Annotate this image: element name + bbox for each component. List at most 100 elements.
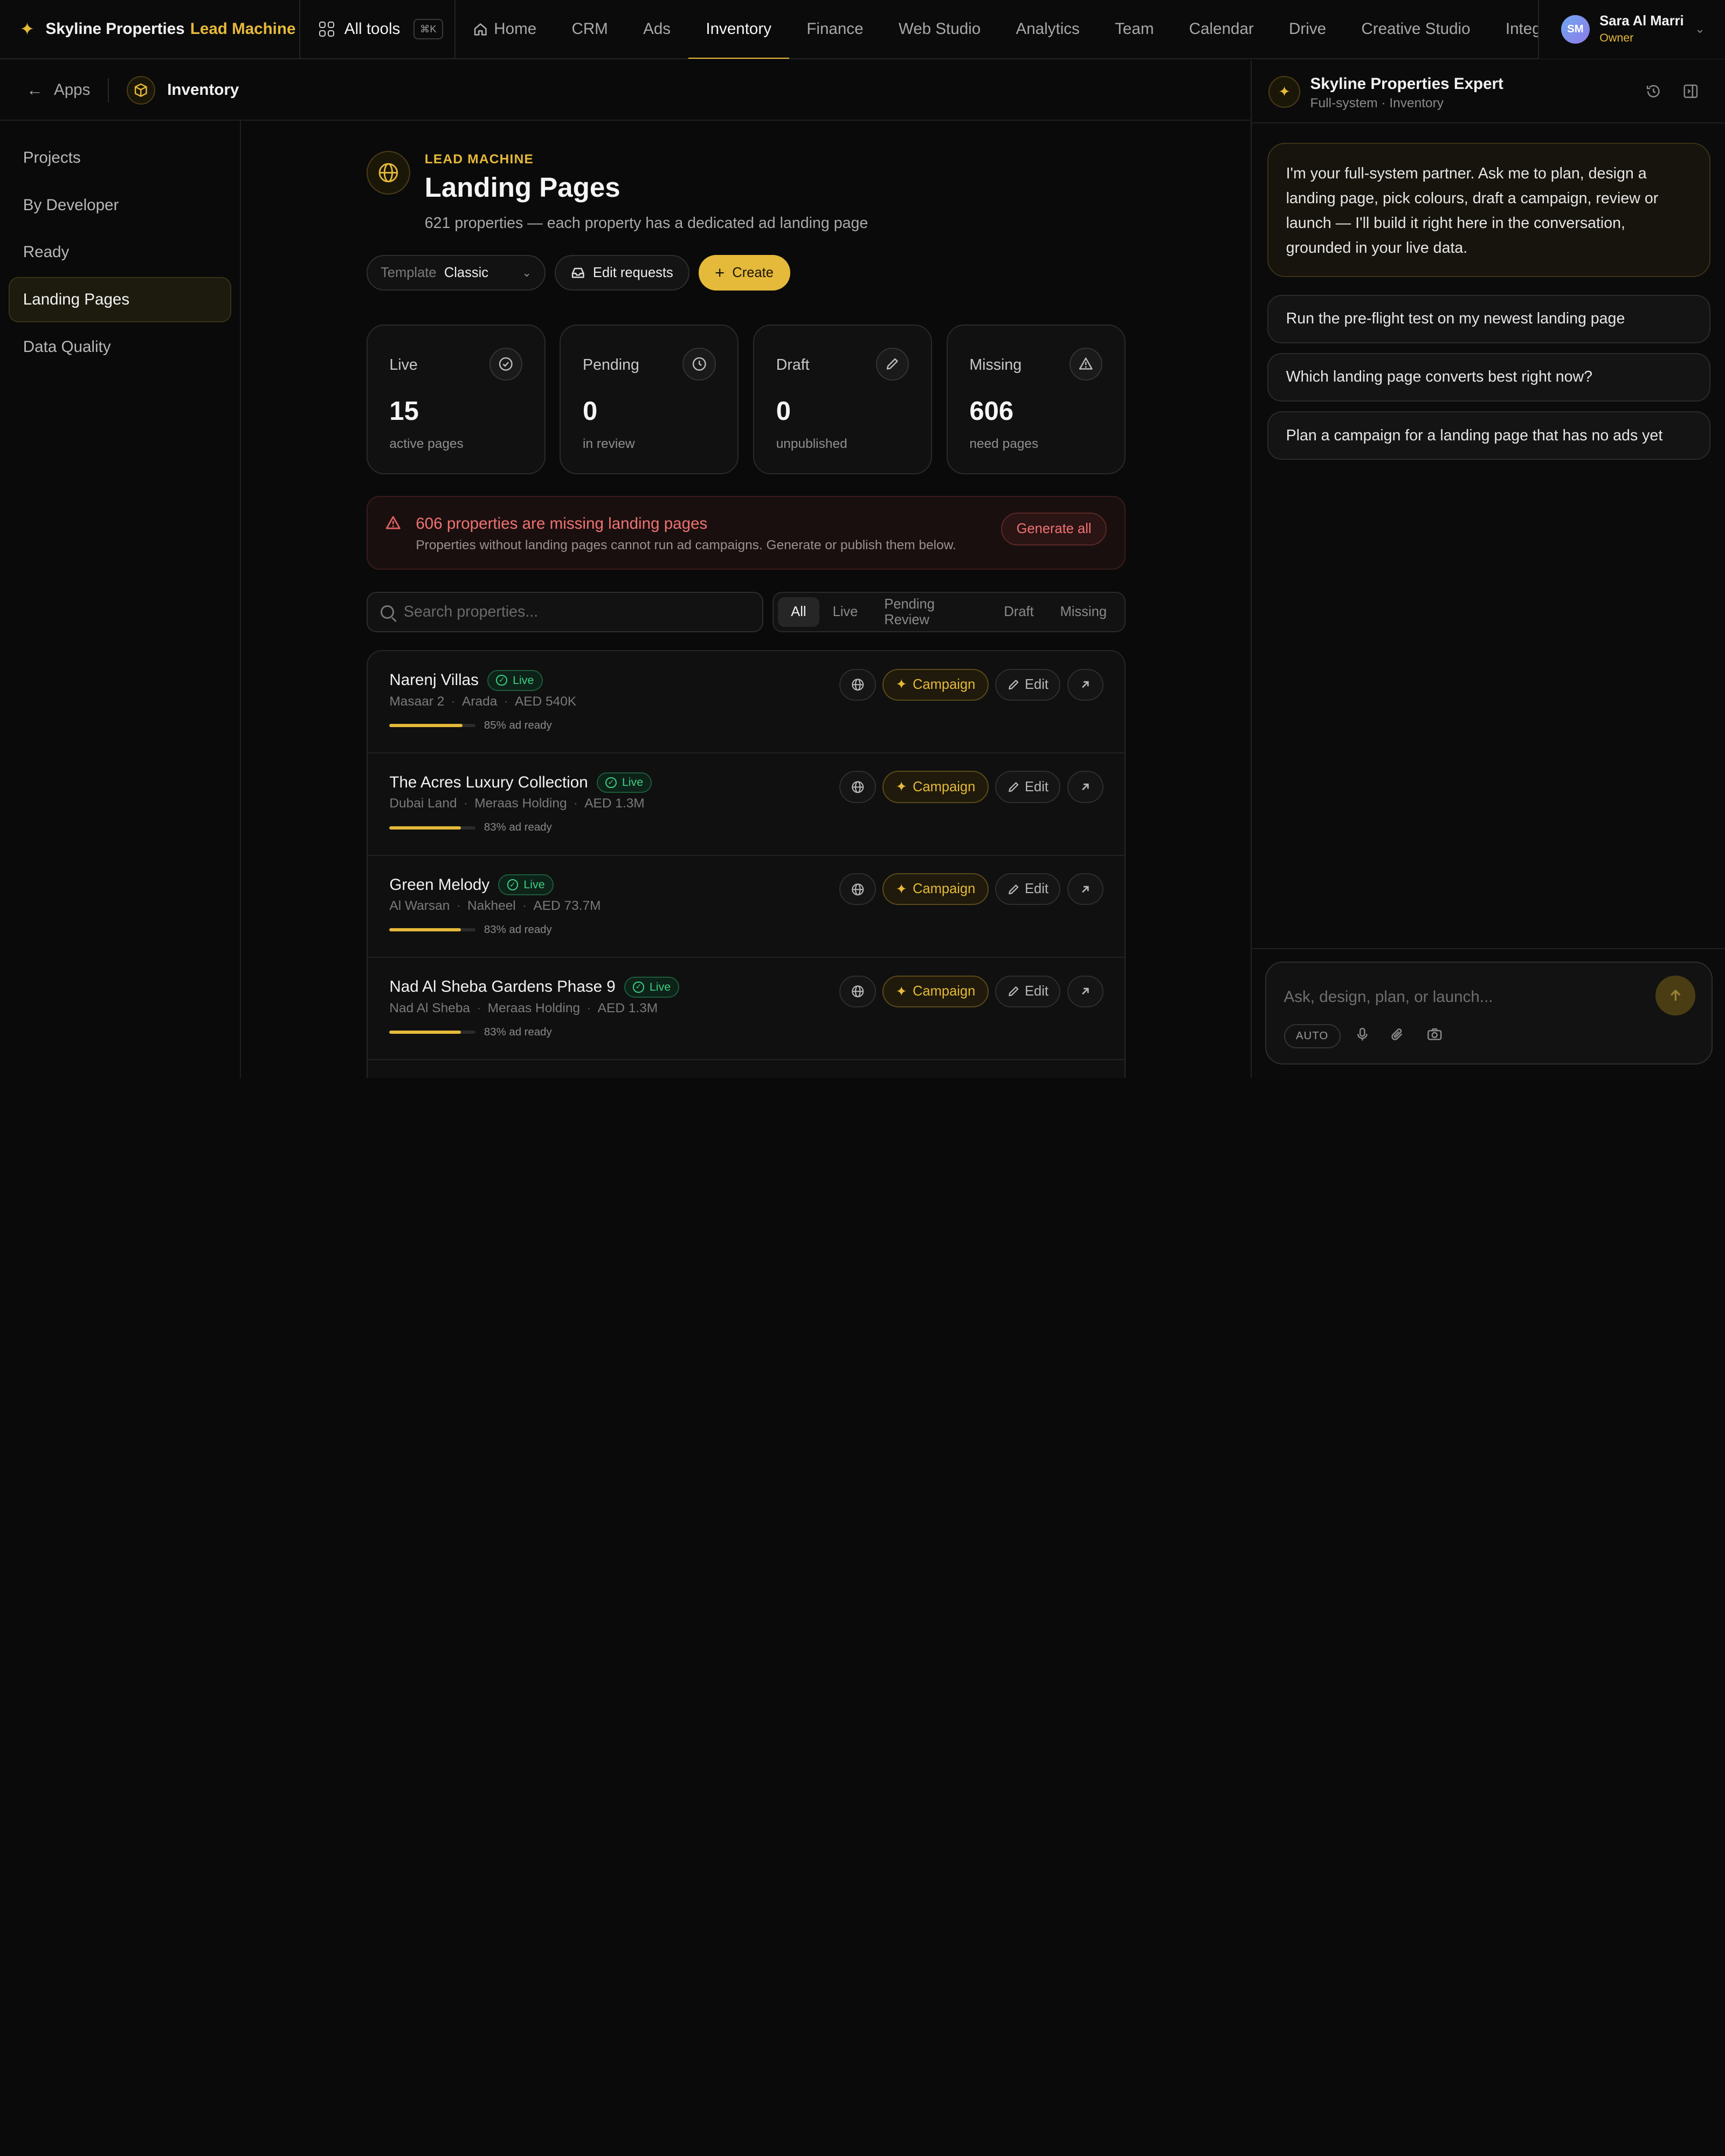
check-icon: ✓ — [507, 879, 519, 890]
campaign-label: Campaign — [913, 881, 976, 897]
suggestion-chip[interactable]: Which landing page converts best right n… — [1267, 353, 1711, 402]
view-page-button[interactable] — [839, 873, 876, 906]
generate-all-button[interactable]: Generate all — [1001, 512, 1107, 546]
nav-creative-studio[interactable]: Creative Studio — [1344, 0, 1488, 59]
shortcut-hint: ⌘K — [413, 18, 443, 40]
open-external-button[interactable] — [1067, 771, 1103, 803]
campaign-button[interactable]: ✦ Campaign — [882, 668, 989, 701]
nav-inventory[interactable]: Inventory — [688, 0, 789, 59]
nav-integrations[interactable]: Integ — [1488, 0, 1538, 59]
breadcrumb: ← Apps Inventory — [0, 60, 1251, 121]
camera-icon[interactable] — [1427, 1027, 1443, 1042]
send-button[interactable] — [1655, 976, 1695, 1015]
nav-calendar[interactable]: Calendar — [1171, 0, 1271, 59]
view-page-button[interactable] — [839, 771, 876, 803]
stat-desc: active pages — [389, 437, 464, 452]
nav-analytics[interactable]: Analytics — [998, 0, 1098, 59]
ad-ready-progress — [389, 723, 475, 727]
page-title: Landing Pages — [424, 172, 620, 203]
assistant-subtitle: Full-system · Inventory — [1310, 95, 1444, 110]
nav-ads[interactable]: Ads — [625, 0, 688, 59]
nav-web-studio[interactable]: Web Studio — [881, 0, 998, 59]
mode-toggle[interactable]: AUTO — [1284, 1024, 1341, 1048]
filter-draft[interactable]: Draft — [991, 597, 1047, 627]
clock-icon — [682, 347, 716, 381]
campaign-button[interactable]: ✦ Campaign — [882, 873, 989, 906]
property-area: Dubai Land — [389, 796, 457, 811]
nav-finance[interactable]: Finance — [789, 0, 881, 59]
status-label: Live — [523, 878, 545, 892]
table-row[interactable]: Nad Al Sheba Gardens Phase 9 ✓ Live Nad Al … — [367, 958, 1124, 1061]
nav-home[interactable]: Home — [456, 0, 554, 59]
filter-missing[interactable]: Missing — [1047, 597, 1120, 627]
nav-team[interactable]: Team — [1097, 0, 1171, 59]
nav-drive[interactable]: Drive — [1271, 0, 1343, 59]
stat-card-live: Live 15 active pages — [366, 324, 546, 474]
brand-logo[interactable]: ✦ Skyline Properties Lead Machine — [0, 0, 301, 59]
table-row[interactable]: Green Melody ✓ Live Al Warsan · Nakheel · AED 7… — [367, 856, 1124, 958]
property-price: AED 540K — [514, 694, 577, 709]
sparkle-icon: ✦ — [19, 19, 35, 39]
chat-input[interactable]: Ask, design, plan, or launch... — [1284, 988, 1493, 1006]
all-tools-button[interactable]: All tools ⌘K — [300, 0, 456, 59]
open-external-button[interactable] — [1067, 873, 1103, 906]
filter-pending-review[interactable]: Pending Review — [871, 597, 991, 627]
property-name: Narenj Villas — [389, 671, 479, 689]
assistant-panel: ✦ Skyline Properties Expert Full-system … — [1251, 60, 1725, 1078]
edit-requests-button[interactable]: Edit requests — [554, 255, 690, 291]
create-button[interactable]: + Create — [698, 255, 790, 291]
open-external-button[interactable] — [1067, 976, 1103, 1008]
edit-label: Edit — [1025, 779, 1048, 794]
template-select[interactable]: Template Classic ⌄ — [366, 255, 546, 291]
collapse-panel-icon[interactable] — [1682, 82, 1700, 100]
property-list: Narenj Villas ✓ Live Masaar 2 · Arada · AED 540… — [366, 650, 1126, 1078]
sidebar-item-ready[interactable]: Ready — [9, 230, 231, 275]
view-page-button[interactable] — [839, 668, 876, 701]
paperclip-icon[interactable] — [1390, 1027, 1405, 1042]
separator-dot: · — [477, 1000, 481, 1015]
create-label: Create — [732, 265, 774, 280]
microphone-icon[interactable] — [1355, 1027, 1370, 1042]
back-label: Apps — [53, 81, 91, 99]
back-to-apps-link[interactable]: ← Apps — [26, 81, 90, 100]
ad-ready-label: 83% ad ready — [484, 924, 552, 936]
edit-button[interactable]: Edit — [995, 976, 1061, 1008]
row-actions: ✦ Campaign Edit — [839, 668, 1103, 701]
sparkle-icon: ✦ — [895, 881, 907, 897]
table-row[interactable]: Narenj Villas ✓ Live Masaar 2 · Arada · AED 540… — [367, 651, 1124, 754]
brand-name: Skyline Properties — [45, 20, 185, 38]
edit-button[interactable]: Edit — [995, 873, 1061, 906]
property-meta: Al Warsan · Nakheel · AED 73.7M — [389, 899, 601, 914]
suggestion-chip[interactable]: Plan a campaign for a landing page that … — [1267, 411, 1711, 460]
sidebar-item-projects[interactable]: Projects — [9, 135, 231, 181]
open-external-button[interactable] — [1067, 668, 1103, 701]
edit-button[interactable]: Edit — [995, 668, 1061, 701]
nav-crm[interactable]: CRM — [554, 0, 626, 59]
main-content: LEAD MACHINE Landing Pages 621 propertie… — [366, 121, 1126, 1078]
filter-all[interactable]: All — [777, 597, 820, 627]
sidebar-item-data-quality[interactable]: Data Quality — [9, 324, 231, 370]
property-meta: Dubai Land · Meraas Holding · AED 1.3M — [389, 796, 644, 811]
pencil-icon — [1009, 680, 1019, 690]
table-row[interactable] — [368, 1060, 1124, 1078]
globe-icon — [366, 150, 411, 195]
assistant-title: Skyline Properties Expert — [1310, 74, 1503, 93]
campaign-button[interactable]: ✦ Campaign — [882, 771, 989, 803]
separator-dot: · — [463, 796, 468, 811]
sidebar-item-landing-pages[interactable]: Landing Pages — [9, 277, 231, 322]
suggestion-chip[interactable]: Run the pre-flight test on my newest lan… — [1267, 294, 1711, 343]
sidebar-item-by-developer[interactable]: By Developer — [9, 183, 231, 228]
arrow-up-right-icon — [1082, 681, 1089, 688]
edit-button[interactable]: Edit — [995, 771, 1061, 803]
search-input[interactable]: Search properties... — [366, 591, 764, 633]
table-row[interactable]: The Acres Luxury Collection ✓ Live Dubai La… — [367, 754, 1124, 856]
filter-live[interactable]: Live — [819, 597, 871, 627]
view-page-button[interactable] — [839, 976, 876, 1008]
check-icon: ✓ — [633, 982, 644, 993]
user-menu[interactable]: SM Sara Al Marri Owner ⌄ — [1538, 0, 1725, 59]
stat-card-pending: Pending 0 in review — [560, 324, 739, 474]
status-badge: ✓ Live — [487, 669, 543, 691]
history-icon[interactable] — [1645, 82, 1662, 100]
app-root: ✦ Skyline Properties Lead Machine All to… — [0, 0, 1725, 1078]
campaign-button[interactable]: ✦ Campaign — [882, 976, 989, 1008]
